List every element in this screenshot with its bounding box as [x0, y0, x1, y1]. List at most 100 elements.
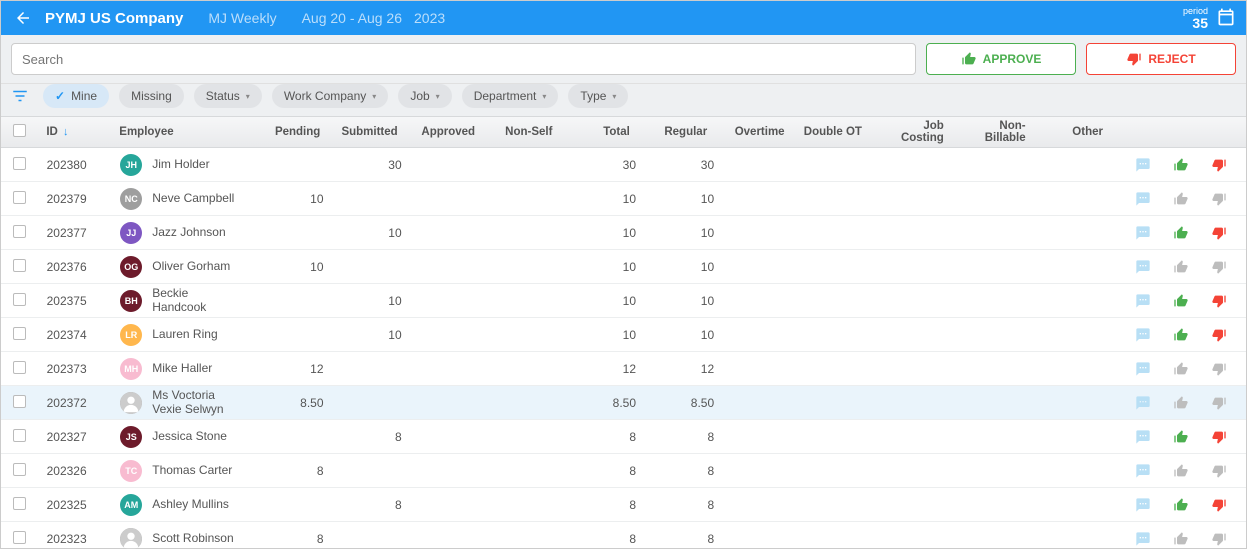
table-row[interactable]: 202374LRLauren Ring101010: [1, 318, 1246, 352]
thumb-up-icon[interactable]: [1172, 292, 1190, 310]
table-row[interactable]: 202327JSJessica Stone888: [1, 420, 1246, 454]
comment-icon[interactable]: [1134, 258, 1152, 276]
thumb-up-icon[interactable]: [1172, 530, 1190, 548]
header-total[interactable]: Total: [560, 126, 637, 138]
header-approved[interactable]: Approved: [406, 126, 483, 138]
cell-regular: 10: [644, 192, 722, 206]
chip-mine[interactable]: ✓ Mine: [43, 84, 109, 108]
thumb-down-icon[interactable]: [1210, 394, 1228, 412]
thumb-up-icon[interactable]: [1172, 326, 1190, 344]
comment-icon[interactable]: [1134, 360, 1152, 378]
thumb-down-icon[interactable]: [1210, 530, 1228, 548]
row-checkbox[interactable]: [13, 191, 26, 204]
row-checkbox[interactable]: [13, 361, 26, 374]
comment-icon[interactable]: [1134, 224, 1152, 242]
chip-type[interactable]: Type▾: [568, 84, 628, 108]
table-row[interactable]: 202323Scott Robinson888: [1, 522, 1246, 549]
filter-icon[interactable]: [11, 87, 33, 105]
table-row[interactable]: 202373MHMike Haller121212: [1, 352, 1246, 386]
chip-department[interactable]: Department▾: [462, 84, 559, 108]
calendar-icon[interactable]: [1216, 7, 1236, 30]
comment-icon[interactable]: [1134, 428, 1152, 446]
thumb-down-icon[interactable]: [1210, 292, 1228, 310]
table-row[interactable]: 202380JHJim Holder303030: [1, 148, 1246, 182]
thumb-down-icon[interactable]: [1210, 224, 1228, 242]
chip-status[interactable]: Status▾: [194, 84, 262, 108]
comment-icon[interactable]: [1134, 530, 1152, 548]
thumb-up-icon[interactable]: [1172, 428, 1190, 446]
row-checkbox[interactable]: [13, 293, 26, 306]
row-checkbox[interactable]: [13, 429, 26, 442]
thumb-down-icon[interactable]: [1210, 496, 1228, 514]
comment-icon[interactable]: [1134, 190, 1152, 208]
thumb-up-icon[interactable]: [1172, 190, 1190, 208]
table-row[interactable]: 202325AMAshley Mullins888: [1, 488, 1246, 522]
table-row[interactable]: 202372Ms Voctoria Vexie Selwyn8.508.508.…: [1, 386, 1246, 420]
header-overtime[interactable]: Overtime: [715, 126, 792, 138]
comment-icon[interactable]: [1134, 326, 1152, 344]
cell-employee: JJJazz Johnson: [112, 222, 253, 244]
table-row[interactable]: 202377JJJazz Johnson101010: [1, 216, 1246, 250]
row-checkbox[interactable]: [13, 327, 26, 340]
cell-employee: Ms Voctoria Vexie Selwyn: [112, 389, 253, 415]
cell-regular: 8: [644, 498, 722, 512]
chip-mine-label: Mine: [71, 89, 97, 103]
thumb-down-icon[interactable]: [1210, 326, 1228, 344]
select-all-checkbox[interactable]: [13, 124, 26, 137]
thumb-down-icon[interactable]: [1210, 190, 1228, 208]
thumb-down-icon[interactable]: [1210, 258, 1228, 276]
thumb-up-icon[interactable]: [1172, 496, 1190, 514]
cell-total: 8.50: [566, 396, 644, 410]
reject-button[interactable]: REJECT: [1086, 43, 1236, 75]
thumb-down-icon[interactable]: [1210, 360, 1228, 378]
thumb-up-icon[interactable]: [1172, 462, 1190, 480]
cell-employee: LRLauren Ring: [112, 324, 253, 346]
thumb-up-icon[interactable]: [1172, 394, 1190, 412]
cell-submitted: 10: [332, 328, 410, 342]
table-row[interactable]: 202376OGOliver Gorham101010: [1, 250, 1246, 284]
chip-job[interactable]: Job▾: [398, 84, 451, 108]
row-checkbox[interactable]: [13, 531, 26, 544]
header-jobcosting[interactable]: Job Costing: [870, 120, 952, 144]
table-row[interactable]: 202326TCThomas Carter888: [1, 454, 1246, 488]
table-row[interactable]: 202375BHBeckie Handcook101010: [1, 284, 1246, 318]
thumb-up-icon[interactable]: [1172, 258, 1190, 276]
row-checkbox[interactable]: [13, 497, 26, 510]
row-checkbox[interactable]: [13, 225, 26, 238]
cell-total: 8: [566, 498, 644, 512]
row-checkbox[interactable]: [13, 395, 26, 408]
back-icon[interactable]: [11, 9, 35, 27]
comment-icon[interactable]: [1134, 462, 1152, 480]
chip-work-company[interactable]: Work Company▾: [272, 84, 389, 108]
approve-button[interactable]: APPROVE: [926, 43, 1076, 75]
table-row[interactable]: 202379NCNeve Campbell101010: [1, 182, 1246, 216]
thumb-up-icon[interactable]: [1172, 360, 1190, 378]
search-input[interactable]: [22, 52, 905, 67]
header-other[interactable]: Other: [1034, 126, 1111, 138]
thumb-up-icon[interactable]: [1172, 224, 1190, 242]
header-submitted[interactable]: Submitted: [328, 126, 405, 138]
avatar: JS: [120, 426, 142, 448]
header-id[interactable]: ID ↓: [38, 126, 111, 138]
search-input-wrapper[interactable]: [11, 43, 916, 75]
row-checkbox[interactable]: [13, 157, 26, 170]
header-nonbillable[interactable]: Non-Billable: [952, 120, 1034, 144]
thumb-down-icon[interactable]: [1210, 428, 1228, 446]
header-doubleot[interactable]: Double OT: [793, 126, 870, 138]
header-employee[interactable]: Employee: [111, 126, 251, 138]
header-regular[interactable]: Regular: [638, 126, 715, 138]
header-pending[interactable]: Pending: [251, 126, 328, 138]
row-checkbox[interactable]: [13, 259, 26, 272]
comment-icon[interactable]: [1134, 394, 1152, 412]
comment-icon[interactable]: [1134, 292, 1152, 310]
chip-missing[interactable]: Missing: [119, 84, 184, 108]
header-nonself[interactable]: Non-Self: [483, 126, 560, 138]
row-checkbox[interactable]: [13, 463, 26, 476]
thumb-down-icon[interactable]: [1210, 462, 1228, 480]
comment-icon[interactable]: [1134, 496, 1152, 514]
thumb-down-icon[interactable]: [1210, 156, 1228, 174]
comment-icon[interactable]: [1134, 156, 1152, 174]
thumb-up-icon[interactable]: [1172, 156, 1190, 174]
header-checkbox-col: [1, 124, 38, 140]
chevron-down-icon: ▾: [372, 92, 376, 101]
